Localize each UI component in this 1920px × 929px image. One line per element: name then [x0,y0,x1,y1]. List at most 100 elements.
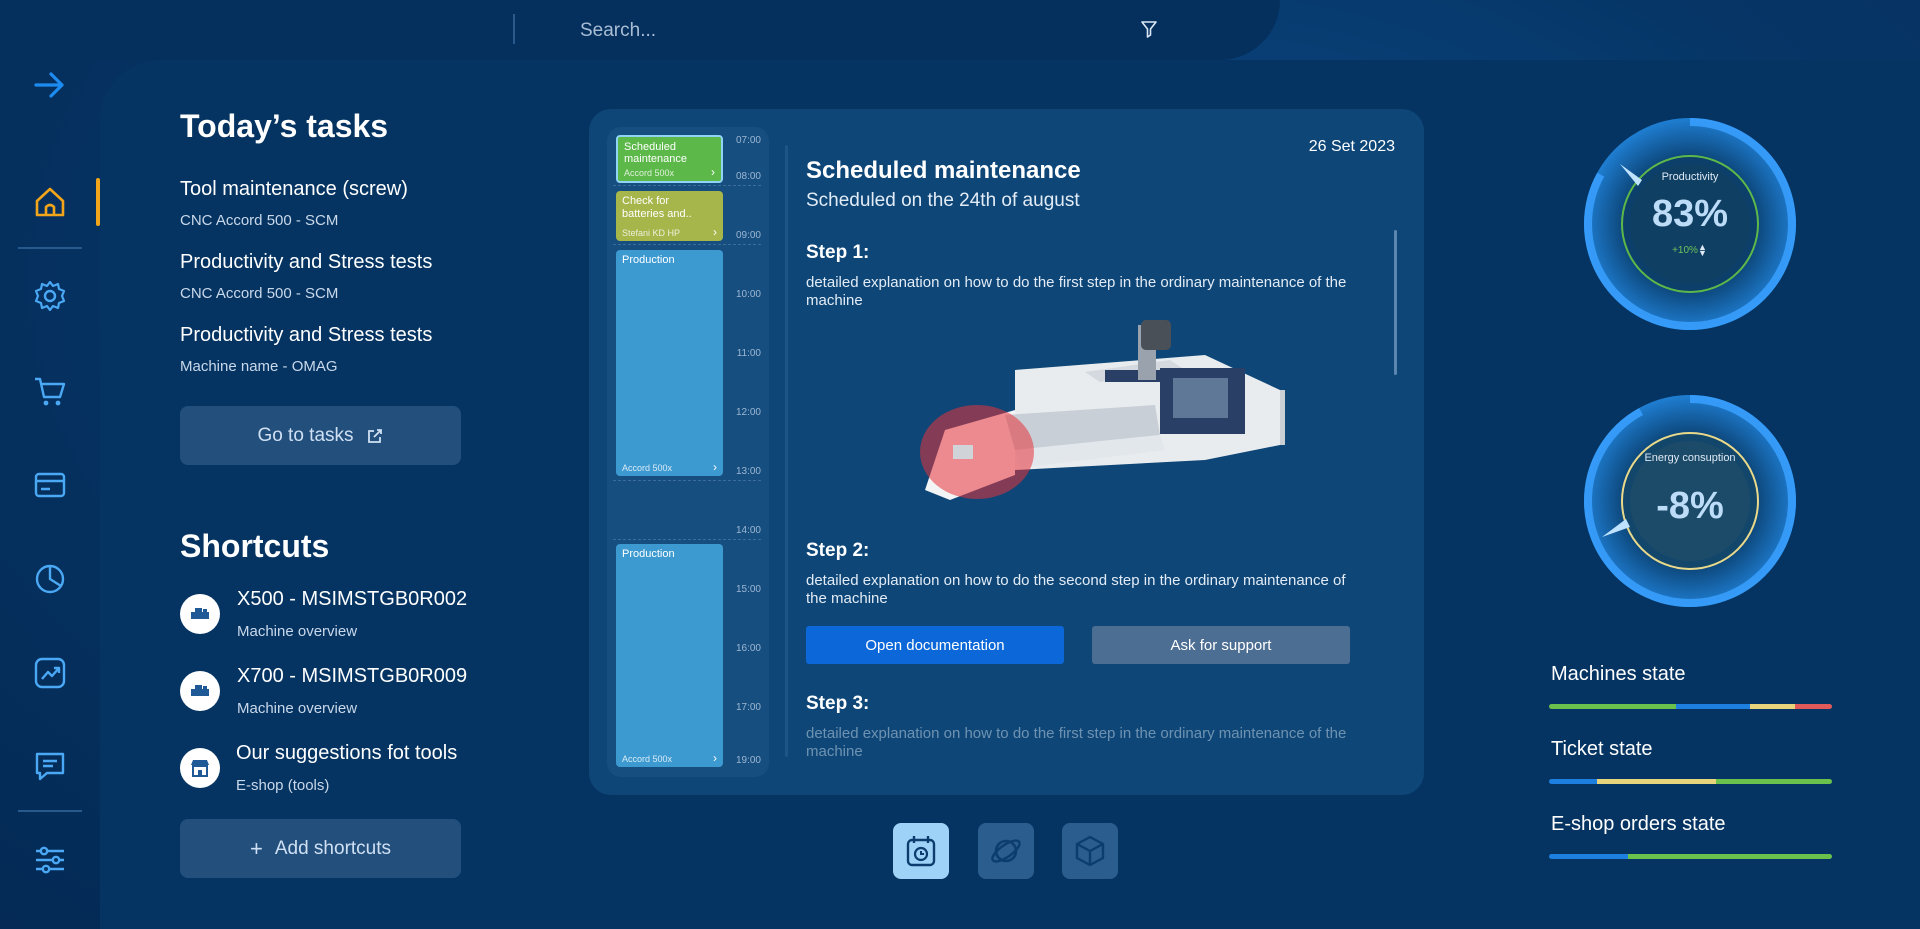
detail-divider [785,145,788,757]
home-icon[interactable] [26,178,74,226]
plus-icon: + [249,835,263,861]
hour-line [613,539,761,540]
state-bar-segment [1715,779,1832,784]
chevron-right-icon: › [713,751,717,765]
task-3-subtitle: Machine name - OMAG [180,358,338,375]
state-bar-segment [1628,854,1832,859]
event-machine: Accord 500x [622,463,673,473]
chat-icon[interactable] [26,742,74,790]
state-bar-segment [1549,779,1598,784]
event-title: Check for batteries and.. [622,195,692,220]
step-3-text: detailed explanation on how to do the fi… [806,725,1347,757]
left-nav [0,0,100,929]
external-link-icon [367,428,382,443]
task-1-title[interactable]: Tool maintenance (screw) [180,178,408,201]
detail-date: 26 Set 2023 [1308,138,1395,155]
event-machine: Stefani KD HP [622,228,681,238]
hour-line [613,480,761,481]
timeline-event[interactable]: Production Accord 500x › [616,544,723,767]
hour-label: 15:00 [735,584,761,595]
hour-label: 08:00 [735,171,761,182]
trend-chart-icon[interactable] [26,649,74,697]
ask-for-support-button[interactable]: Ask for support [1092,626,1350,664]
search-input[interactable] [578,14,1102,48]
gear-icon[interactable] [26,272,74,320]
cart-icon[interactable] [26,367,74,415]
hour-label: 13:00 [735,466,761,477]
nav-divider [18,810,82,812]
add-shortcuts-button[interactable]: + Add shortcuts [180,819,461,878]
event-machine: Accord 500x [622,754,673,764]
state-bar-segment [1676,704,1750,709]
schedule-timeline[interactable]: 07:00 08:00 09:00 10:00 11:00 12:00 13:0… [607,127,769,777]
event-title: Scheduled maintenance [624,141,687,165]
tasks-title: Today’s tasks [180,108,389,144]
step-2-heading: Step 2: [806,540,870,561]
productivity-value: 83% [1651,193,1729,235]
sliders-icon[interactable] [26,836,74,884]
hour-line [613,185,761,186]
energy-label: Energy consuption [1644,452,1736,464]
detail-title: Scheduled maintenance [806,157,1081,184]
hour-label: 11:00 [736,348,761,359]
shortcut-1-subtitle: Machine overview [237,623,358,640]
cube-icon [1075,835,1105,867]
hour-label: 19:00 [735,755,761,766]
open-documentation-button[interactable]: Open documentation [806,626,1064,664]
detail-scrollbar[interactable] [1394,230,1397,375]
expand-arrow-icon[interactable] [26,61,74,109]
hour-label: 09:00 [735,230,761,241]
shortcut-3-title[interactable]: Our suggestions fot tools [236,742,457,765]
energy-value: -8% [1656,485,1724,527]
chevron-right-icon: › [713,460,717,474]
calendar-clock-icon [906,836,936,867]
search-divider [513,14,515,44]
machines-state-bar[interactable] [1549,704,1832,709]
state-bar-segment [1549,704,1677,709]
chevron-right-icon: › [711,165,715,179]
shortcut-2-subtitle: Machine overview [237,700,358,717]
detail-subtitle: Scheduled on the 24th of august [806,190,1080,211]
tab-planet[interactable] [978,823,1034,879]
sort-arrows-icon: ▲ ▼ [1698,242,1707,258]
event-machine: Accord 500x [624,168,675,178]
eshop-orders-state-label: E-shop orders state [1551,813,1726,835]
pie-chart-icon[interactable] [26,555,74,603]
productivity-delta: +10% [1672,245,1698,256]
state-bar-segment [1749,704,1796,709]
tab-3d-model[interactable] [1062,823,1118,879]
task-2-title[interactable]: Productivity and Stress tests [180,251,432,274]
ticket-state-bar[interactable] [1549,779,1832,784]
step-1-text: detailed explanation on how to do the fi… [806,274,1347,309]
go-to-tasks-button[interactable]: Go to tasks [180,406,461,465]
planet-icon [991,839,1021,863]
shortcut-2-title[interactable]: X700 - MSIMSTGB0R009 [237,665,467,688]
timeline-event[interactable]: Production Accord 500x › [616,250,723,476]
eshop-orders-state-bar[interactable] [1549,854,1832,859]
hour-label: 14:00 [735,525,761,536]
hour-label: 07:00 [735,135,761,146]
task-3-title[interactable]: Productivity and Stress tests [180,324,432,347]
timeline-event[interactable]: Scheduled maintenance Accord 500x › [616,135,723,183]
chevron-right-icon: › [713,225,717,239]
tab-schedule[interactable] [893,823,949,879]
hour-label: 17:00 [735,702,761,713]
task-1-subtitle: CNC Accord 500 - SCM [180,212,339,229]
machines-state-label: Machines state [1551,663,1686,685]
ticket-state-label: Ticket state [1551,738,1653,760]
timeline-event[interactable]: Check for batteries and.. Stefani KD HP … [616,191,723,241]
shortcut-1-title[interactable]: X500 - MSIMSTGB0R002 [237,588,467,611]
cnc-machine-image [920,320,1285,500]
card-icon[interactable] [26,461,74,509]
hour-label: 12:00 [735,407,761,418]
shortcuts-title: Shortcuts [180,528,330,564]
filter-icon[interactable] [1138,18,1160,40]
step-2-text: detailed explanation on how to do the se… [806,572,1346,607]
hour-line [613,244,761,245]
nav-active-indicator [96,178,100,226]
event-title: Production [622,254,675,266]
event-title: Production [622,548,675,560]
shortcut-3-subtitle: E-shop (tools) [236,777,330,794]
task-2-subtitle: CNC Accord 500 - SCM [180,285,339,302]
shop-icon [180,748,220,788]
